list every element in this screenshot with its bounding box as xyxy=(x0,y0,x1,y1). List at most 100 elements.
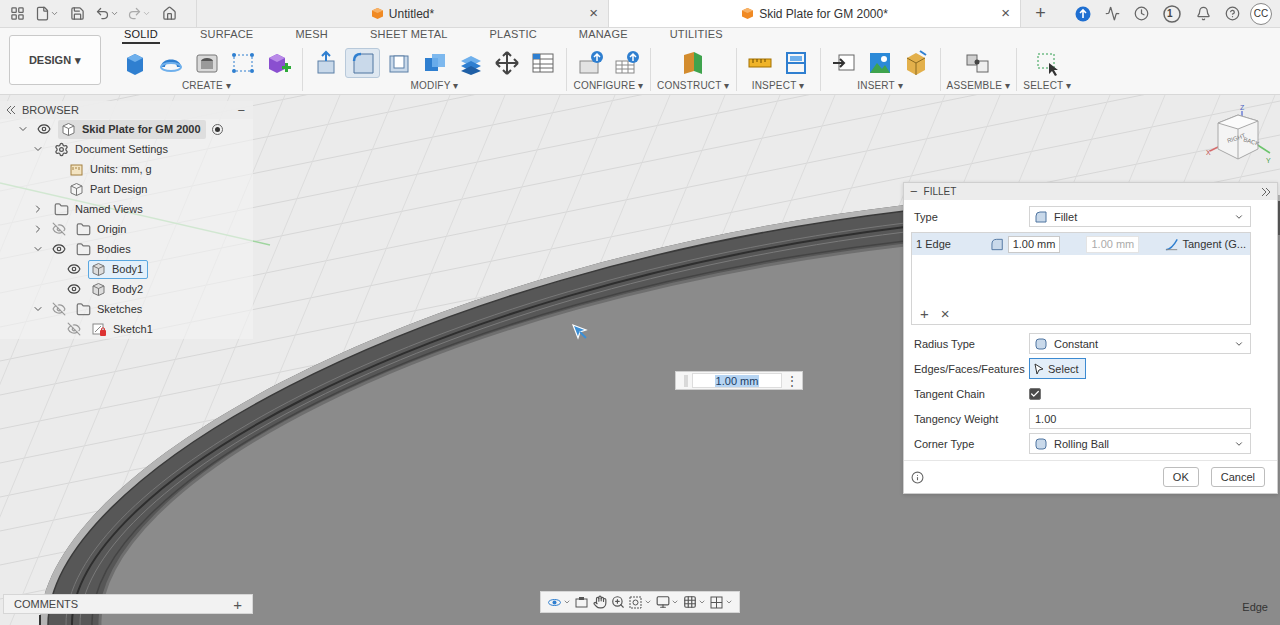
tree-item[interactable]: Part Design xyxy=(0,179,253,199)
tool-button[interactable] xyxy=(189,48,224,78)
pan-button[interactable] xyxy=(593,595,607,609)
field-dropdown[interactable]: Rolling Ball xyxy=(1029,433,1251,454)
visibility-toggle[interactable] xyxy=(51,301,67,317)
tree-item[interactable]: Sketches xyxy=(0,299,253,319)
file-button[interactable] xyxy=(34,3,60,25)
tool-group-menu[interactable]: INSPECT ▾ xyxy=(752,80,805,91)
selection-row[interactable]: 1 Edge1.00 mm1.00 mmTangent (G... xyxy=(912,233,1250,255)
viewports-button[interactable] xyxy=(709,595,733,610)
tool-group-menu[interactable]: CREATE ▾ xyxy=(182,80,231,91)
activity-button[interactable] xyxy=(1101,3,1123,25)
toolbar-tab[interactable]: SURFACE xyxy=(198,28,255,44)
look-at-button[interactable] xyxy=(574,595,589,610)
job-status-button[interactable]: 1 xyxy=(1159,3,1185,25)
collapse-button[interactable]: − xyxy=(237,104,245,117)
tool-group-menu[interactable]: ASSEMBLE ▾ xyxy=(947,80,1011,91)
save-button[interactable] xyxy=(66,3,88,25)
comments-bar[interactable]: COMMENTS+ xyxy=(3,594,253,614)
tree-item[interactable]: Origin xyxy=(0,219,253,239)
add-comment-button[interactable]: + xyxy=(233,597,242,612)
tree-item[interactable]: Units: mm, g xyxy=(0,159,253,179)
dialog-button[interactable]: Cancel xyxy=(1211,467,1265,487)
tool-button[interactable] xyxy=(863,48,898,78)
tool-button[interactable] xyxy=(961,48,996,78)
continuity-dropdown[interactable]: Tangent (G... xyxy=(1182,238,1246,250)
tab-close-button[interactable]: × xyxy=(1001,5,1010,20)
tool-group-menu[interactable]: MODIFY ▾ xyxy=(410,80,458,91)
toolbar-tab[interactable]: MANAGE xyxy=(577,28,630,44)
expand-toggle[interactable] xyxy=(16,122,30,136)
tool-button[interactable] xyxy=(743,48,778,78)
tool-button[interactable] xyxy=(381,48,416,78)
tool-button[interactable] xyxy=(153,48,188,78)
select-button[interactable]: Select xyxy=(1029,358,1086,379)
workspace-button[interactable]: DESIGN▾ xyxy=(9,35,101,85)
toolbar-tab[interactable]: MESH xyxy=(293,28,330,44)
tree-item[interactable]: Bodies xyxy=(0,239,253,259)
dimension-input[interactable]: 1.00 mm⋮ xyxy=(675,371,803,390)
tool-button[interactable] xyxy=(489,48,524,78)
type-dropdown[interactable]: Fillet xyxy=(1029,206,1251,227)
tool-button[interactable] xyxy=(417,48,452,78)
tree-item[interactable]: Skid Plate for GM 2000 xyxy=(0,119,253,139)
notifications-button[interactable] xyxy=(1192,3,1214,25)
toolbar-tab[interactable]: SOLID xyxy=(122,28,160,44)
toolbar-tab[interactable]: PLASTIC xyxy=(488,28,539,44)
tool-button[interactable] xyxy=(609,48,644,78)
tree-item[interactable]: Named Views xyxy=(0,199,253,219)
toolbar-tab[interactable]: SHEET METAL xyxy=(368,28,450,44)
document-tab[interactable]: Skid Plate for GM 2000*× xyxy=(608,0,1020,27)
tool-button[interactable] xyxy=(261,48,296,78)
tree-item[interactable]: Document Settings xyxy=(0,139,253,159)
checkbox[interactable] xyxy=(1029,388,1041,400)
activate-radio[interactable] xyxy=(212,124,223,135)
tool-button[interactable] xyxy=(779,48,814,78)
tool-group-menu[interactable]: CONSTRUCT ▾ xyxy=(657,80,730,91)
home-button[interactable] xyxy=(158,3,180,25)
apps-button[interactable] xyxy=(6,3,28,25)
document-tab[interactable]: Untitled*× xyxy=(196,0,608,27)
collapse-button[interactable]: − xyxy=(910,185,918,198)
orbit-button[interactable] xyxy=(547,595,571,610)
tool-button[interactable] xyxy=(225,48,260,78)
remove-selection-button[interactable]: × xyxy=(941,305,950,322)
visibility-toggle[interactable] xyxy=(66,281,82,297)
tab-close-button[interactable]: × xyxy=(589,5,598,20)
display-settings-button[interactable] xyxy=(656,595,679,609)
fit-button[interactable] xyxy=(628,595,652,610)
expand-toggle[interactable] xyxy=(31,302,45,316)
tool-button[interactable] xyxy=(117,48,152,78)
tool-group-menu[interactable]: SELECT ▾ xyxy=(1023,80,1071,91)
redo-button[interactable] xyxy=(126,3,152,25)
canvas[interactable]: BROWSER−Skid Plate for GM 2000Document S… xyxy=(0,95,1280,625)
tool-button[interactable] xyxy=(453,48,488,78)
visibility-toggle[interactable] xyxy=(51,221,67,237)
visibility-toggle[interactable] xyxy=(66,261,82,277)
text-input[interactable]: 1.00 xyxy=(1029,408,1251,429)
grid-settings-button[interactable] xyxy=(683,595,706,609)
expand-toggle[interactable] xyxy=(31,202,45,216)
tool-button[interactable] xyxy=(899,48,934,78)
expand-toggle[interactable] xyxy=(31,222,45,236)
tree-item[interactable]: Body1 xyxy=(0,259,253,279)
visibility-toggle[interactable] xyxy=(36,121,52,137)
tool-button[interactable] xyxy=(345,48,380,78)
radius-input[interactable]: 1.00 mm xyxy=(1008,236,1061,253)
dialog-button[interactable]: OK xyxy=(1163,467,1199,487)
tool-button[interactable] xyxy=(827,48,862,78)
view-cube[interactable]: RIGHTBACKZXY xyxy=(1204,105,1274,169)
visibility-toggle[interactable] xyxy=(51,241,67,257)
field-dropdown[interactable]: Constant xyxy=(1029,333,1251,354)
tool-button[interactable] xyxy=(676,48,711,78)
expand-right-icon[interactable] xyxy=(1261,188,1271,196)
tool-button[interactable] xyxy=(1030,48,1065,78)
visibility-toggle[interactable] xyxy=(66,321,82,337)
zoom-button[interactable] xyxy=(611,595,625,609)
tool-button[interactable] xyxy=(573,48,608,78)
toolbar-tab[interactable]: UTILITIES xyxy=(668,28,725,44)
new-tab-button[interactable]: + xyxy=(1020,0,1060,27)
tool-group-menu[interactable]: INSERT ▾ xyxy=(857,80,903,91)
dimension-menu-button[interactable]: ⋮ xyxy=(786,374,798,388)
expand-toggle[interactable] xyxy=(31,242,45,256)
help-button[interactable] xyxy=(1221,3,1243,25)
